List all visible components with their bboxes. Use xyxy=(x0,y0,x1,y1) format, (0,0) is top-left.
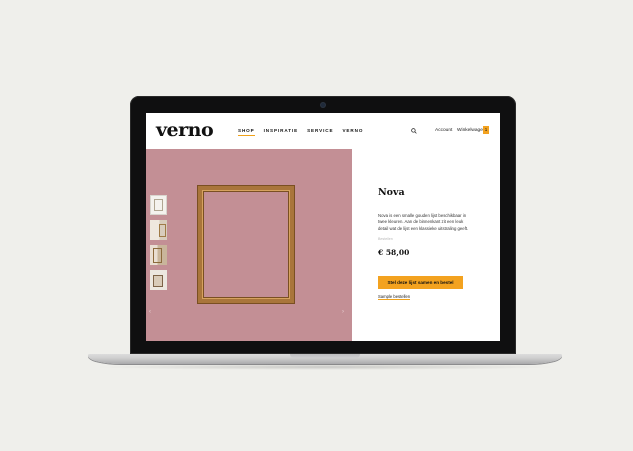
cart-link[interactable]: Winkelwagen xyxy=(457,128,486,133)
product-info-panel: Nova Nova is een smalle gouden lijst bes… xyxy=(352,149,500,341)
thumbnail-wall-1[interactable] xyxy=(150,220,167,240)
nav-item-verno[interactable]: VERNO xyxy=(342,128,363,136)
product-frame-image xyxy=(198,186,294,303)
thumbnail-room[interactable] xyxy=(150,270,167,290)
cart-count-badge[interactable]: 1 xyxy=(483,126,489,134)
thumbnail-list xyxy=(150,195,168,295)
main-nav: SHOP INSPIRATIE SERVICE VERNO xyxy=(238,128,363,136)
product-description: Nova is een smalle gouden lijst beschikb… xyxy=(378,213,469,231)
product-price: € 58,00 xyxy=(378,248,410,257)
thumbnail-wall-2[interactable] xyxy=(150,245,167,265)
laptop-screen: verno SHOP INSPIRATIE SERVICE VERNO Acco… xyxy=(146,113,500,341)
next-arrow-icon[interactable]: › xyxy=(342,309,344,315)
nav-item-inspiratie[interactable]: INSPIRATIE xyxy=(264,128,298,136)
nav-item-shop[interactable]: SHOP xyxy=(238,128,255,136)
product-meta: Bestellen xyxy=(378,237,393,241)
account-link[interactable]: Account xyxy=(435,128,452,133)
search-icon[interactable] xyxy=(411,128,417,134)
laptop-shadow xyxy=(92,364,558,370)
laptop-camera xyxy=(321,103,325,107)
thumbnail-frame-white[interactable] xyxy=(150,195,167,215)
compose-and-order-button[interactable]: Stel deze lijst samen en bestel xyxy=(378,276,463,289)
laptop-base-notch xyxy=(290,354,360,358)
product-title: Nova xyxy=(378,187,405,198)
site-logo[interactable]: verno xyxy=(156,119,214,141)
product-image-area: ‹ › xyxy=(146,149,352,341)
nav-item-service[interactable]: SERVICE xyxy=(307,128,333,136)
order-sample-link[interactable]: Sample bestellen xyxy=(378,294,411,300)
prev-arrow-icon[interactable]: ‹ xyxy=(149,309,151,315)
site-header: verno SHOP INSPIRATIE SERVICE VERNO Acco… xyxy=(146,113,500,149)
